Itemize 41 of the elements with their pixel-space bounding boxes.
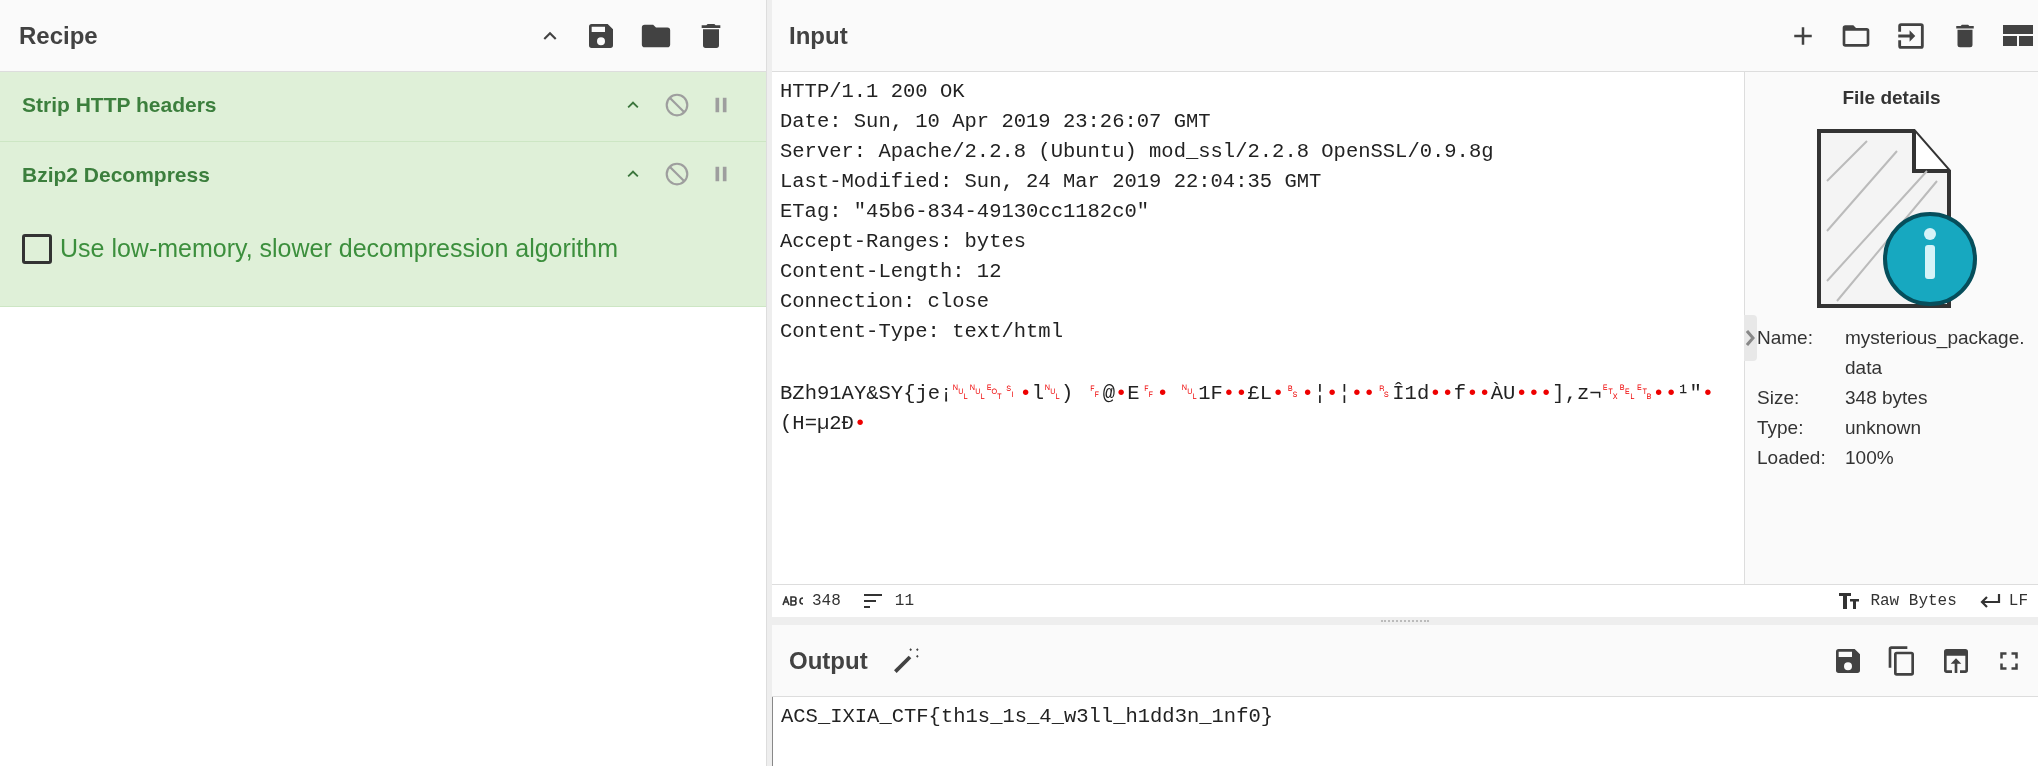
line-count: 11 xyxy=(894,591,914,612)
line-ending-label[interactable]: LF xyxy=(2008,589,2028,613)
expand-handle[interactable] xyxy=(1744,315,1757,361)
output-field[interactable]: ACS_IXIA_CTF{th1s_1s_4_w3ll_h1dd3n_1nf0} xyxy=(772,697,2038,766)
operation-name: Strip HTTP headers xyxy=(22,92,217,118)
field-value: unknown xyxy=(1845,415,1923,440)
field-label: Size: xyxy=(1757,385,1801,410)
encoding-label[interactable]: Raw Bytes xyxy=(1870,589,1957,613)
text-line: Accept-Ranges: bytes xyxy=(780,229,1028,255)
text-line: Connection: close xyxy=(780,289,991,315)
layout-icon[interactable] xyxy=(2002,22,2034,49)
text-length-icon xyxy=(782,596,804,606)
font-icon[interactable] xyxy=(1838,592,1861,610)
lines-icon xyxy=(862,593,883,609)
text-line: Date: Sun, 10 Apr 2019 23:26:07 GMT xyxy=(780,109,1212,135)
field-value: 100% xyxy=(1845,445,1895,470)
text-line: Last-Modified: Sun, 24 Mar 2019 22:04:35 GMT xyxy=(780,169,1323,195)
field-label: Name: xyxy=(1757,325,1814,350)
text-line: HTTP/1.1 200 OK xyxy=(780,79,966,105)
field-label: Loaded: xyxy=(1757,445,1827,470)
text-line: ACS_IXIA_CTF{th1s_1s_4_w3ll_h1dd3n_1nf0} xyxy=(781,704,1275,730)
field-value: mysterious_package.data xyxy=(1845,325,2026,380)
text-line: ETag: "45b6-834-49130cc1182c0" xyxy=(780,199,1151,225)
text-line: BZh91AY&SY{je¡␀␀␄␏•l␀) ␌@•E␌• ␀1F••£L•␈•¦•¦••␞Î1d••f••ÀU•••],z¬␃␇␗••¹"• xyxy=(780,379,1716,407)
panel-title: Input xyxy=(789,20,848,51)
chevron-icon xyxy=(1746,330,1755,346)
text-line: Server: Apache/2.2.8 (Ubuntu) mod_ssl/2.2.8 OpenSSL/0.9.8g xyxy=(780,139,1495,165)
field-value: 348 bytes xyxy=(1845,385,1929,410)
return-icon[interactable] xyxy=(1978,593,2001,609)
panel-title: Recipe xyxy=(19,20,98,51)
text-line: (H=µ2Ð• xyxy=(780,411,868,437)
details-title: File details xyxy=(1841,86,1942,110)
text-line: Content-Length: 12 xyxy=(780,259,1003,285)
text-line: Content-Type: text/html xyxy=(780,319,1064,345)
character-count: 348 xyxy=(812,591,841,612)
operation-card[interactable]: Bzip2 Decompress Use low-memory, slower decompression algorithm xyxy=(0,141,766,307)
field-label: Type: xyxy=(1757,415,1805,440)
operation-name: Bzip2 Decompress xyxy=(22,161,210,188)
checkbox[interactable] xyxy=(22,233,52,264)
panel-title: Output xyxy=(789,645,868,676)
operation-card[interactable]: Strip HTTP headers xyxy=(0,72,766,142)
